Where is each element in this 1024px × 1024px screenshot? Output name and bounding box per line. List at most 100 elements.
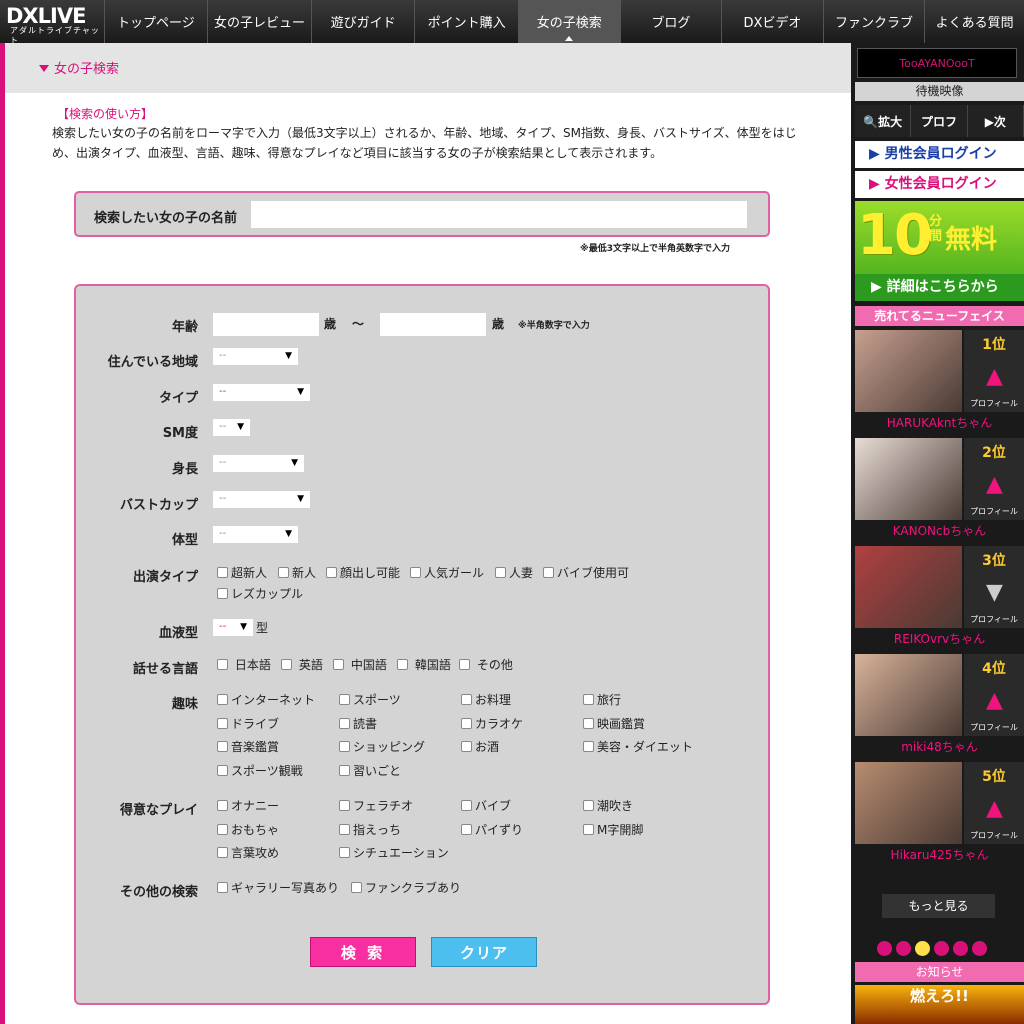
nav-review[interactable]: 女の子レビュー	[207, 0, 311, 43]
cb-hobby-7[interactable]: 映画鑑賞	[583, 715, 645, 732]
nav-search[interactable]: 女の子検索	[517, 0, 620, 43]
cb-hobby-13[interactable]: 習いごと	[339, 762, 401, 779]
female-login-button[interactable]: ▶ 女性会員ログイン	[855, 171, 1024, 198]
cb-play-7[interactable]: M字開脚	[583, 821, 643, 838]
nav-points[interactable]: ポイント購入	[414, 0, 518, 43]
rank-card[interactable]: 4位 ▲ プロフィール miki48ちゃん	[855, 654, 1024, 760]
cb-appearance-2[interactable]: 顔出し可能	[326, 564, 400, 581]
performer-photo[interactable]	[855, 330, 962, 412]
dot[interactable]	[972, 941, 987, 956]
profile-link[interactable]: プロフィール	[966, 506, 1022, 517]
cb-hobby-5[interactable]: 読書	[339, 715, 377, 732]
profile-link[interactable]: プロフィール	[966, 398, 1022, 409]
cb-play-5[interactable]: 指えっち	[339, 821, 401, 838]
performer-name[interactable]: REIKOvrvちゃん	[855, 630, 1024, 647]
dot[interactable]	[953, 941, 968, 956]
name-search-label: 検索したい女の子の名前	[94, 211, 238, 226]
rank-card[interactable]: 5位 ▲ プロフィール Hikaru425ちゃん	[855, 762, 1024, 868]
cb-hobby-3[interactable]: 旅行	[583, 691, 621, 708]
cb-appearance-3[interactable]: 人気ガール	[410, 564, 484, 581]
cb-hobby-9[interactable]: ショッピング	[339, 738, 425, 755]
promo-details-link[interactable]: ▶ 詳細はこちらから	[855, 274, 1024, 301]
cb-hobby-11[interactable]: 美容・ダイエット	[583, 738, 693, 755]
age-max-input[interactable]	[380, 313, 486, 336]
dot[interactable]	[934, 941, 949, 956]
dot[interactable]	[877, 941, 892, 956]
cb-lang-4[interactable]: その他	[459, 656, 513, 673]
performer-name[interactable]: HARUKAkntちゃん	[855, 414, 1024, 431]
performer-photo[interactable]	[855, 546, 962, 628]
search-button[interactable]: 検 索	[310, 937, 416, 967]
cb-lang-1[interactable]: 英語	[281, 656, 323, 673]
cb-play-1[interactable]: フェラチオ	[339, 797, 413, 814]
cb-play-8[interactable]: 言葉攻め	[217, 844, 279, 861]
profile-link[interactable]: プロフィール	[966, 830, 1022, 841]
cb-hobby-1[interactable]: スポーツ	[339, 691, 401, 708]
bust-select[interactable]: --	[213, 491, 310, 508]
rank-card[interactable]: 3位 ▼ プロフィール REIKOvrvちゃん	[855, 546, 1024, 652]
profile-button[interactable]: プロフ	[911, 105, 968, 137]
performer-name[interactable]: Hikaru425ちゃん	[855, 846, 1024, 863]
nav-top[interactable]: トップページ	[103, 0, 208, 43]
cb-hobby-8[interactable]: 音楽鑑賞	[217, 738, 279, 755]
cb-hobby-12[interactable]: スポーツ観戦	[217, 762, 303, 779]
cb-hobby-0[interactable]: インターネット	[217, 691, 315, 708]
sm-select[interactable]: --	[213, 419, 250, 436]
cb-hobby-6[interactable]: カラオケ	[461, 715, 523, 732]
zoom-button[interactable]: 🔍拡大	[855, 105, 912, 137]
cb-gallery[interactable]: ギャラリー写真あり	[217, 879, 339, 896]
profile-link[interactable]: プロフィール	[966, 722, 1022, 733]
male-login-button[interactable]: ▶ 男性会員ログイン	[855, 141, 1024, 168]
performer-name[interactable]: KANONcbちゃん	[855, 522, 1024, 539]
rank-card[interactable]: 2位 ▲ プロフィール KANONcbちゃん	[855, 438, 1024, 544]
cb-play-2[interactable]: バイブ	[461, 797, 511, 814]
user-name[interactable]: TooAYANOooT	[857, 48, 1017, 78]
news-banner[interactable]: 燃えろ!!	[855, 985, 1024, 1024]
free-promo-banner[interactable]: 10 分間 無料 ▶ 詳細はこちらから	[855, 201, 1024, 301]
body-select[interactable]: --	[213, 526, 298, 543]
next-button[interactable]: ▶次	[967, 105, 1024, 137]
cb-hobby-2[interactable]: お料理	[461, 691, 511, 708]
type-select[interactable]: --	[213, 384, 310, 401]
cb-appearance-4[interactable]: 人妻	[495, 564, 533, 581]
cb-lang-0[interactable]: 日本語	[217, 656, 271, 673]
cb-play-4[interactable]: おもちゃ	[217, 821, 279, 838]
cb-appearance-5[interactable]: バイブ使用可	[543, 564, 629, 581]
cb-appearance-6[interactable]: レズカップル	[217, 585, 303, 602]
nav-video[interactable]: DXビデオ	[721, 0, 823, 43]
performer-photo[interactable]	[855, 438, 962, 520]
profile-link[interactable]: プロフィール	[966, 614, 1022, 625]
cb-play-9[interactable]: シチュエーション	[339, 844, 449, 861]
site-logo[interactable]: DXLIVE アダルトライブチャット	[0, 0, 104, 46]
cb-hobby-4[interactable]: ドライブ	[217, 715, 279, 732]
cb-fanclub[interactable]: ファンクラブあり	[351, 879, 461, 896]
performer-name[interactable]: miki48ちゃん	[855, 738, 1024, 755]
cb-appearance-1[interactable]: 新人	[278, 564, 316, 581]
cb-hobby-10[interactable]: お酒	[461, 738, 499, 755]
dot-active[interactable]	[915, 941, 930, 956]
region-select[interactable]: --	[213, 348, 298, 365]
nav-guide[interactable]: 遊びガイド	[310, 0, 415, 43]
cb-play-3[interactable]: 潮吹き	[583, 797, 633, 814]
blood-select[interactable]: --	[213, 619, 253, 636]
cb-play-6[interactable]: パイずり	[461, 821, 523, 838]
performer-photo[interactable]	[855, 762, 962, 844]
cb-lang-2[interactable]: 中国語	[333, 656, 387, 673]
clear-button[interactable]: クリア	[431, 937, 537, 967]
age-min-input[interactable]	[213, 313, 319, 336]
performer-photo[interactable]	[855, 654, 962, 736]
checkbox-icon	[278, 567, 289, 578]
cb-play-label: バイブ	[475, 799, 512, 813]
height-select[interactable]: --	[213, 455, 304, 472]
name-search-input[interactable]	[251, 201, 747, 228]
nav-faq[interactable]: よくある質問	[924, 0, 1024, 43]
more-button[interactable]: もっと見る	[882, 894, 995, 918]
dot[interactable]	[896, 941, 911, 956]
nav-blog[interactable]: ブログ	[619, 0, 722, 43]
rank-card[interactable]: 1位 ▲ プロフィール HARUKAkntちゃん	[855, 330, 1024, 436]
cb-play-0[interactable]: オナニー	[217, 797, 279, 814]
nav-fanclub[interactable]: ファンクラブ	[822, 0, 925, 43]
cb-appearance-0[interactable]: 超新人	[217, 564, 267, 581]
cb-lang-3[interactable]: 韓国語	[397, 656, 451, 673]
checkbox-icon	[217, 800, 228, 811]
